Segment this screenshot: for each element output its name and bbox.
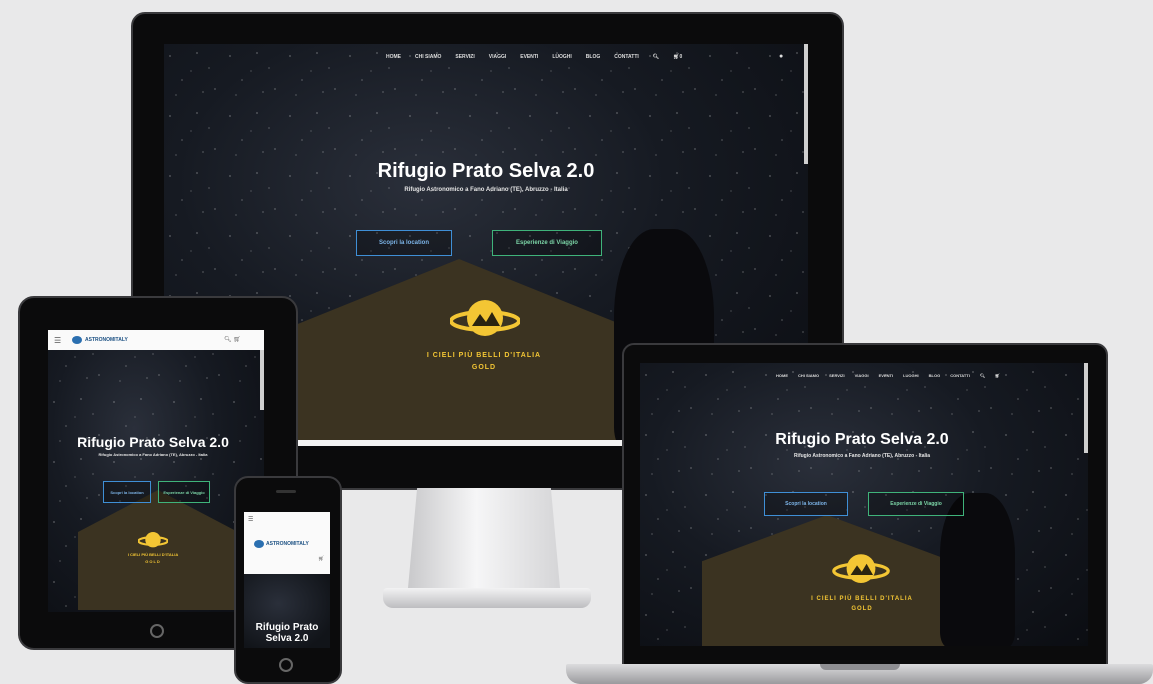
brand-logo-icon — [72, 336, 82, 344]
scopri-location-button[interactable]: Scopri la location — [356, 230, 452, 256]
nav-chi-siamo[interactable]: CHI SIAMO — [415, 54, 441, 60]
tablet-hero-subtitle: Rifugio Astronomico a Fano Adriano (TE),… — [98, 452, 208, 457]
tablet-badge-line2: GOLD — [145, 559, 161, 564]
gold-planet-logo — [450, 300, 520, 336]
cart-count: 0 — [679, 54, 683, 60]
nav-viaggi[interactable]: VIAGGI — [489, 54, 507, 60]
laptop-screen: HOME CHI SIAMO SERVIZI VIAGGI EVENTI LUO… — [640, 363, 1088, 646]
phone-hero: Rifugio Prato Selva 2.0 — [244, 574, 330, 648]
laptop-nav-viaggi[interactable]: VIAGGI — [855, 373, 869, 378]
monitor-stand — [408, 488, 560, 588]
phone-brand-name[interactable]: ASTRONOMITALY — [266, 541, 309, 547]
tablet-home-button[interactable] — [150, 624, 164, 638]
nav-blog[interactable]: BLOG — [586, 54, 600, 60]
phone-screen: ☰ ASTRONOMITALY 🛒︎ Rifugio Prato Selva 2… — [244, 512, 330, 648]
phone-home-button[interactable] — [279, 658, 293, 672]
phone-hamburger-icon[interactable]: ☰ — [248, 516, 253, 523]
laptop-badge-line1: I CIELI PIÙ BELLI D'ITALIA — [811, 596, 913, 602]
nav-home[interactable]: HOME — [386, 54, 401, 60]
phone-hero-title: Rifugio Prato Selva 2.0 — [255, 622, 319, 644]
laptop-scopri-button[interactable]: Scopri la location — [764, 492, 848, 516]
esperienze-viaggio-button[interactable]: Esperienze di Viaggio — [492, 230, 602, 256]
laptop-nav: HOME CHI SIAMO SERVIZI VIAGGI EVENTI LUO… — [776, 373, 1000, 378]
laptop-notch — [820, 664, 900, 670]
tablet-gold-logo — [138, 532, 168, 548]
monitor-stand-base — [383, 588, 591, 608]
main-nav: HOME CHI SIAMO SERVIZI VIAGGI EVENTI LUO… — [386, 54, 682, 60]
badge-line2: GOLD — [471, 364, 497, 371]
hero-subtitle: Rifugio Astronomico a Fano Adriano (TE),… — [404, 187, 568, 193]
laptop-nav-luoghi[interactable]: LUOGHI — [903, 373, 919, 378]
badge-line1: I CIELI PIÙ BELLI D'ITALIA — [426, 352, 542, 359]
monitor-scrollbar[interactable] — [804, 44, 808, 164]
tablet-hero-title: Rifugio Prato Selva 2.0 — [77, 434, 229, 450]
laptop-scrollbar[interactable] — [1084, 363, 1088, 453]
search-icon[interactable]: 🔍︎ — [653, 54, 659, 60]
hero-title: Rifugio Prato Selva 2.0 — [377, 160, 595, 182]
laptop-esperienze-button[interactable]: Esperienze di Viaggio — [868, 492, 964, 516]
phone-speaker — [276, 490, 296, 493]
laptop-cart-icon[interactable]: 🛒︎ — [995, 373, 1000, 378]
laptop-nav-contatti[interactable]: CONTATTI — [950, 373, 970, 378]
laptop-hero-subtitle: Rifugio Astronomico a Fano Adriano (TE),… — [793, 453, 931, 459]
laptop-search-icon[interactable]: 🔍︎ — [980, 373, 985, 378]
phone-header-icons[interactable]: 🛒︎ — [318, 556, 324, 562]
hamburger-icon[interactable]: ☰ — [54, 336, 61, 345]
tablet-scopri-button[interactable]: Scopri la location — [103, 481, 151, 503]
user-icon[interactable]: ● — [779, 53, 783, 60]
cart-icon[interactable]: 🛒︎0 — [673, 54, 682, 60]
laptop-nav-chi-siamo[interactable]: CHI SIAMO — [798, 373, 819, 378]
tablet-screen: ☰ ASTRONOMITALY 🔍︎ 🛒︎ Rifugio Prato Selv… — [48, 330, 264, 612]
tablet-scrollbar[interactable] — [260, 350, 264, 410]
laptop-gold-logo — [832, 554, 890, 583]
phone-brand-logo-icon — [254, 540, 264, 548]
laptop-nav-home[interactable]: HOME — [776, 373, 788, 378]
laptop-hero-title: Rifugio Prato Selva 2.0 — [775, 431, 949, 448]
nav-contatti[interactable]: CONTATTI — [614, 54, 639, 60]
nav-servizi[interactable]: SERVIZI — [455, 54, 474, 60]
tablet-header-icons[interactable]: 🔍︎ 🛒︎ — [224, 336, 241, 343]
tablet-esperienze-button[interactable]: Esperienze di Viaggio — [158, 481, 210, 503]
brand-name[interactable]: ASTRONOMITALY — [85, 337, 128, 343]
laptop-badge-line2: GOLD — [851, 606, 873, 612]
laptop-nav-servizi[interactable]: SERVIZI — [829, 373, 845, 378]
laptop-nav-blog[interactable]: BLOG — [929, 373, 941, 378]
laptop-nav-eventi[interactable]: EVENTI — [879, 373, 893, 378]
tablet-badge-line1: I CIELI PIÙ BELLI D'ITALIA — [127, 552, 179, 557]
nav-luoghi[interactable]: LUOGHI — [552, 54, 571, 60]
nav-eventi[interactable]: EVENTI — [520, 54, 538, 60]
